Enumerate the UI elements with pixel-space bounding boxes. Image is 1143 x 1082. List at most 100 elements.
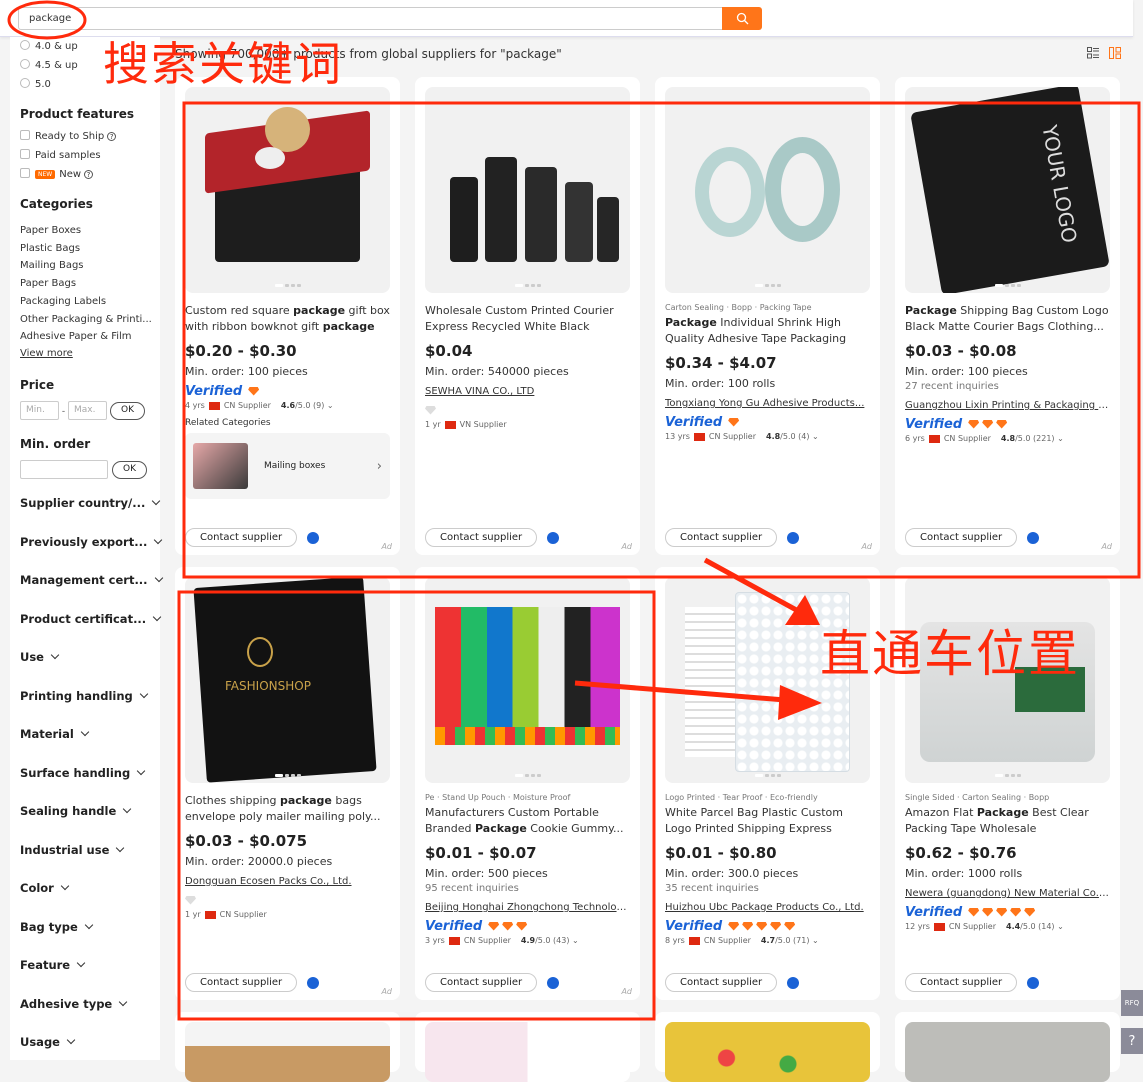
supplier-rating[interactable]: 4.8/5.0 (221) ⌄ [1001,434,1064,443]
image-carousel-dots[interactable] [994,774,1021,777]
product-image[interactable]: YOUR LOGO [905,87,1110,293]
product-image[interactable] [185,87,390,293]
supplier-rating[interactable]: 4.4/5.0 (14) ⌄ [1006,922,1064,931]
min-order-input[interactable] [20,460,108,479]
supplier-rating[interactable]: 4.8/5.0 (4) ⌄ [766,432,819,441]
chat-icon[interactable] [307,976,320,989]
supplier-name-link[interactable]: Huizhou Ubc Package Products Co., Ltd. [665,902,870,913]
contact-supplier-button[interactable]: Contact supplier [905,528,1018,547]
filter-dropdown[interactable]: Previously export... [20,535,163,549]
feature-filter[interactable]: Ready to Ship? [20,130,117,142]
product-card[interactable] [415,1012,640,1082]
min-order-ok-button[interactable]: OK [112,460,147,479]
supplier-name-link[interactable]: Guangzhou Lixin Printing & Packaging Co.… [905,400,1110,411]
chat-icon[interactable] [547,976,560,989]
supplier-name-link[interactable]: Tongxiang Yong Gu Adhesive Products... [665,398,870,409]
related-category-item[interactable]: Mailing boxes › [185,433,390,499]
feature-filter[interactable]: Paid samples [20,149,101,161]
product-image[interactable] [665,87,870,293]
chat-icon[interactable] [547,531,560,544]
filter-dropdown[interactable]: Industrial use [20,843,125,857]
help-icon[interactable]: ? [107,132,117,141]
image-carousel-dots[interactable] [274,284,301,287]
price-max-input[interactable]: Max. [67,401,107,420]
product-image[interactable] [665,1022,870,1082]
product-image[interactable] [185,1022,390,1082]
product-card[interactable]: YOUR LOGO Package Shipping Bag Custom Log… [895,77,1120,555]
product-title[interactable]: Custom red square package gift box with … [185,303,390,334]
filter-dropdown[interactable]: Material [20,727,90,741]
product-title[interactable]: Package Shipping Bag Custom Logo Black M… [905,303,1110,334]
help-icon[interactable]: ? [84,170,94,179]
rfq-button[interactable]: RFQ [1121,990,1143,1016]
feedback-button[interactable]: ? [1121,1028,1143,1054]
contact-supplier-button[interactable]: Contact supplier [905,973,1018,992]
radio-button[interactable] [20,40,30,50]
rating-filter-0[interactable]: 4.0 & up [20,40,78,52]
image-carousel-dots[interactable] [754,284,781,287]
filter-dropdown[interactable]: Use [20,650,60,664]
chat-icon[interactable] [1027,976,1040,989]
product-title[interactable]: Wholesale Custom Printed Courier Express… [425,303,630,334]
product-image[interactable] [425,1022,630,1082]
product-card[interactable]: Wholesale Custom Printed Courier Express… [415,77,640,555]
image-carousel-dots[interactable] [994,284,1021,287]
supplier-name-link[interactable]: Beijing Honghai Zhongchong Technology... [425,902,630,913]
category-link[interactable]: Mailing Bags [20,260,84,271]
product-card[interactable]: FASHIONSHOP Clothes shipping package bags… [175,567,400,1000]
contact-supplier-button[interactable]: Contact supplier [425,528,538,547]
supplier-rating[interactable]: 4.7/5.0 (71) ⌄ [761,936,819,945]
supplier-rating[interactable]: 4.6/5.0 (9) ⌄ [281,401,334,410]
filter-dropdown[interactable]: Usage [20,1035,76,1049]
chat-icon[interactable] [307,531,320,544]
filter-dropdown[interactable]: Color [20,881,70,895]
chat-icon[interactable] [787,531,800,544]
category-link[interactable]: Packaging Labels [20,296,106,307]
filter-dropdown[interactable]: Sealing handle [20,804,132,818]
feature-filter[interactable]: NEW New? [20,168,94,180]
image-carousel-dots[interactable] [754,774,781,777]
image-carousel-dots[interactable] [514,284,541,287]
filter-dropdown[interactable]: Printing handling [20,689,149,703]
filter-dropdown[interactable]: Adhesive type [20,997,128,1011]
checkbox[interactable] [20,130,30,140]
filter-dropdown[interactable]: Surface handling [20,766,146,780]
product-card[interactable] [895,1012,1120,1082]
filter-dropdown[interactable]: Management cert... [20,573,163,587]
product-card[interactable]: Carton Sealing · Bopp · Packing Tape Pack… [655,77,880,555]
product-image[interactable] [425,87,630,293]
checkbox[interactable] [20,168,30,178]
category-link[interactable]: Paper Bags [20,278,76,289]
contact-supplier-button[interactable]: Contact supplier [185,973,298,992]
filter-dropdown[interactable]: Feature [20,958,86,972]
filter-dropdown[interactable]: Bag type [20,920,94,934]
category-link[interactable]: Other Packaging & Printi... [20,314,152,325]
view-more-link[interactable]: View more [20,348,73,359]
image-carousel-dots[interactable] [274,774,301,777]
contact-supplier-button[interactable]: Contact supplier [185,528,298,547]
supplier-rating[interactable]: 4.9/5.0 (43) ⌄ [521,936,579,945]
rating-filter-2[interactable]: 5.0 [20,78,51,90]
supplier-name-link[interactable]: SEWHA VINA CO., LTD [425,386,630,397]
radio-button[interactable] [20,59,30,69]
category-link[interactable]: Paper Boxes [20,225,81,236]
image-carousel-dots[interactable] [514,774,541,777]
product-image[interactable] [905,1022,1110,1082]
filter-dropdown[interactable]: Supplier country/... [20,496,161,510]
product-card[interactable]: Custom red square package gift box with … [175,77,400,555]
product-title[interactable]: Clothes shipping package bags envelope p… [185,793,390,824]
search-button[interactable] [722,7,762,30]
product-card[interactable] [655,1012,880,1082]
price-min-input[interactable]: Min. [20,401,59,420]
product-card[interactable] [175,1012,400,1082]
checkbox[interactable] [20,149,30,159]
product-title[interactable]: White Parcel Bag Plastic Custom Logo Pri… [665,805,870,836]
product-image[interactable] [425,577,630,783]
chat-icon[interactable] [787,976,800,989]
product-card[interactable]: Pe · Stand Up Pouch · Moisture Proof Manu… [415,567,640,1000]
product-title[interactable]: Package Individual Shrink High Quality A… [665,315,870,346]
rating-filter-1[interactable]: 4.5 & up [20,59,78,71]
search-input[interactable]: package [18,7,723,30]
product-image[interactable]: FASHIONSHOP [185,577,390,783]
radio-button[interactable] [20,78,30,88]
